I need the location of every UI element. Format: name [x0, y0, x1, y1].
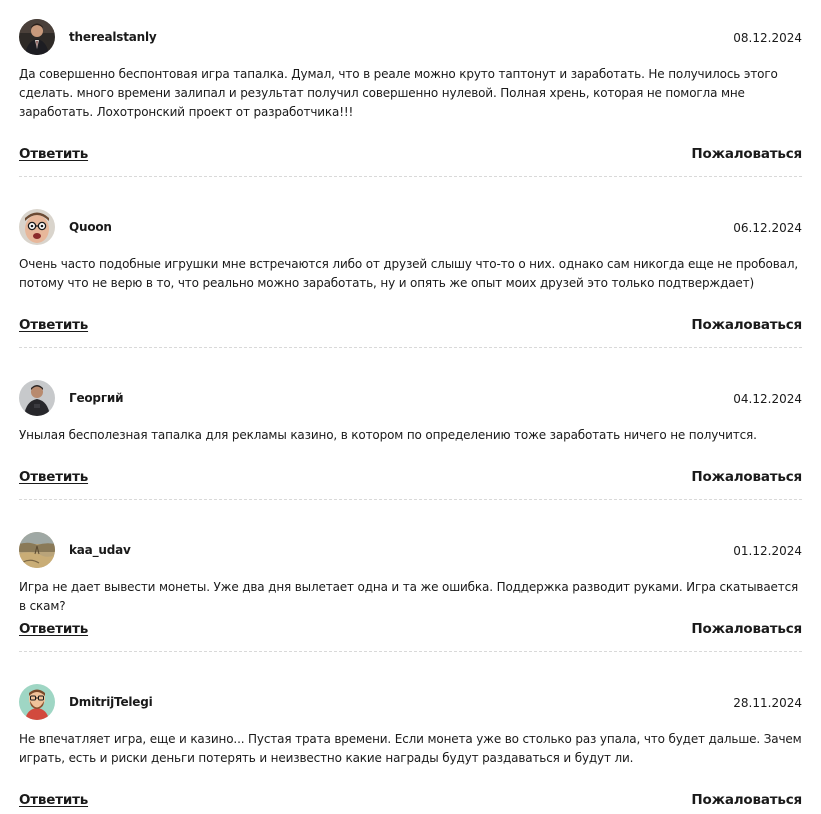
avatar[interactable]	[19, 19, 55, 55]
comment-divider	[19, 347, 802, 348]
comment-header: DmitrijTelegi 28.11.2024	[19, 684, 802, 720]
comment-actions: Ответить Пожаловаться	[19, 144, 802, 164]
comment-header: therealstanly 08.12.2024	[19, 19, 802, 55]
comment-date: 01.12.2024	[733, 544, 802, 558]
report-link[interactable]: Пожаловаться	[691, 619, 802, 639]
comment-divider	[19, 499, 802, 500]
comment-actions: Ответить Пожаловаться	[19, 315, 802, 335]
comment-date: 08.12.2024	[733, 31, 802, 45]
avatar[interactable]	[19, 380, 55, 416]
avatar[interactable]	[19, 209, 55, 245]
comment-date: 28.11.2024	[733, 696, 802, 710]
reply-link[interactable]: Ответить	[19, 144, 88, 164]
comment-actions: Ответить Пожаловаться	[19, 467, 802, 487]
avatar[interactable]	[19, 684, 55, 720]
comment-header: Георгий 04.12.2024	[19, 380, 802, 416]
comment-date: 04.12.2024	[733, 392, 802, 406]
comment-date: 06.12.2024	[733, 221, 802, 235]
comment-author: DmitrijTelegi	[69, 695, 153, 709]
avatar[interactable]	[19, 532, 55, 568]
comment-text: Не впечатляет игра, еще и казино... Пуст…	[19, 732, 802, 765]
comment-text: Очень часто подобные игрушки мне встреча…	[19, 257, 798, 290]
comment-divider	[19, 651, 802, 652]
comment-text: Игра не дает вывести монеты. Уже два дня…	[19, 580, 799, 613]
reply-link[interactable]: Ответить	[19, 619, 88, 639]
reply-link[interactable]: Ответить	[19, 790, 88, 810]
comments-list: therealstanly 08.12.2024 Да совершенно б…	[0, 0, 821, 814]
comment-actions: Ответить Пожаловаться	[19, 619, 802, 639]
comment-text: Унылая бесполезная тапалка для рекламы к…	[19, 428, 757, 442]
comment-author: therealstanly	[69, 30, 157, 44]
comment-author: Quoon	[69, 220, 112, 234]
report-link[interactable]: Пожаловаться	[691, 790, 802, 810]
comment-divider	[19, 176, 802, 177]
report-link[interactable]: Пожаловаться	[691, 144, 802, 164]
report-link[interactable]: Пожаловаться	[691, 467, 802, 487]
reply-link[interactable]: Ответить	[19, 467, 88, 487]
report-link[interactable]: Пожаловаться	[691, 315, 802, 335]
comment-author: Георгий	[69, 391, 124, 405]
comment-header: Quoon 06.12.2024	[19, 209, 802, 245]
comment-header: kaa_udav 01.12.2024	[19, 532, 802, 568]
comment-text: Да совершенно беспонтовая игра тапалка. …	[19, 67, 778, 119]
reply-link[interactable]: Ответить	[19, 315, 88, 335]
comment-author: kaa_udav	[69, 543, 131, 557]
comment-actions: Ответить Пожаловаться	[19, 790, 802, 810]
